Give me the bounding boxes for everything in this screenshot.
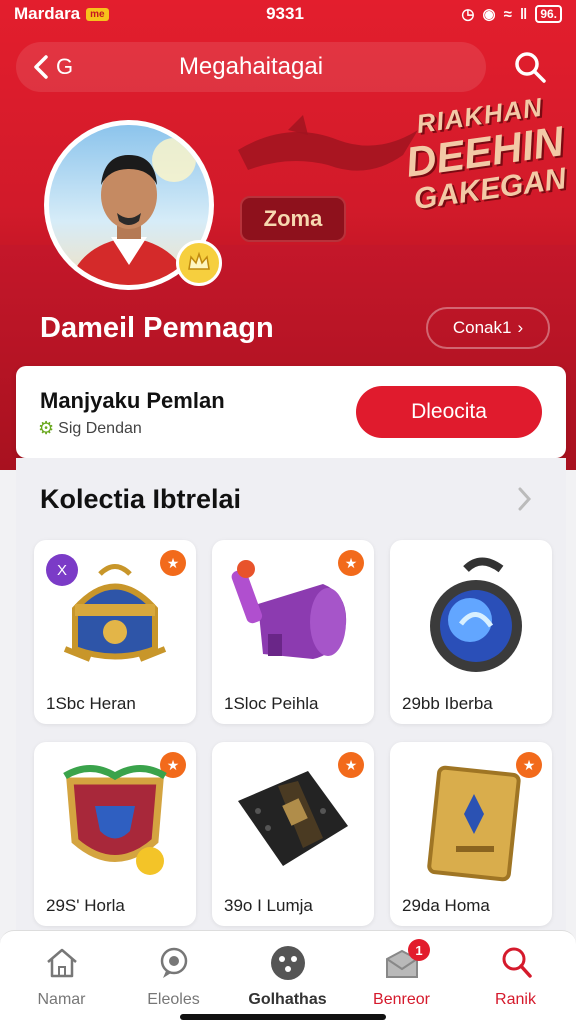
battery-indicator: 96. bbox=[535, 5, 562, 23]
collection-item[interactable]: ★ 39o I Lumja bbox=[212, 742, 374, 926]
collection-item[interactable]: X ★ 1Sbc Heran bbox=[34, 540, 196, 724]
carrier-name: Mardara bbox=[14, 4, 81, 23]
purple-scroll-item-icon bbox=[231, 560, 347, 659]
chat-icon bbox=[160, 947, 187, 978]
back-button[interactable]: G bbox=[32, 54, 102, 80]
action-card-subtitle-row: ⚙ Sig Dendan bbox=[38, 418, 142, 439]
item-label: 1Sloc Peihla bbox=[224, 694, 319, 713]
notification-badge: 1 bbox=[408, 939, 430, 961]
tab-label: Namar bbox=[37, 991, 86, 1008]
bottom-nav: Namar Eleoles Golhathas 1 Benreor Ranik bbox=[0, 930, 576, 1024]
item-label: 29bb Iberba bbox=[402, 694, 493, 713]
collection-item[interactable]: ★ 29da Homa bbox=[390, 742, 552, 926]
chevron-left-icon bbox=[34, 55, 48, 79]
tome-item-icon bbox=[427, 765, 521, 882]
top-nav: G Megahaitagai bbox=[16, 42, 486, 92]
item-label: 29S' Horla bbox=[46, 896, 125, 915]
chevron-right-icon: › bbox=[517, 318, 524, 337]
collection-item[interactable]: ★ 29S' Horla bbox=[34, 742, 196, 926]
tab-inbox[interactable]: 1 Benreor bbox=[344, 939, 459, 1009]
signal-icon: ‖ bbox=[519, 5, 528, 23]
zone-badge[interactable]: Zoma bbox=[240, 196, 346, 242]
contact-label: Conak1 bbox=[452, 318, 512, 337]
helmet-item-icon bbox=[63, 564, 167, 662]
alarm-icon: ◷ bbox=[461, 6, 475, 23]
chevron-right-icon[interactable] bbox=[514, 484, 534, 514]
item-label: 39o I Lumja bbox=[224, 896, 313, 915]
primary-action-button[interactable]: Dleocita bbox=[356, 386, 542, 438]
item-label: 1Sbc Heran bbox=[46, 694, 136, 713]
wifi-icon: ≈ bbox=[503, 5, 512, 23]
location-icon: ◉ bbox=[482, 6, 496, 23]
action-card-subtitle: Sig Dendan bbox=[58, 419, 142, 437]
status-bar: Mardara me 9331 ◷ ◉ ≈ ‖ 96. bbox=[0, 0, 576, 28]
search-icon bbox=[515, 52, 546, 83]
tab-label: Eleoles bbox=[147, 991, 200, 1008]
collection-item[interactable]: 29bb Iberba bbox=[390, 540, 552, 724]
back-label: G bbox=[56, 54, 74, 79]
contact-button[interactable]: Conak1 › bbox=[426, 307, 550, 349]
search-user-icon bbox=[502, 947, 532, 978]
clock: 9331 bbox=[266, 4, 304, 23]
gear-badge-icon: ⚙ bbox=[38, 418, 55, 438]
tab-chat[interactable]: Eleoles bbox=[116, 943, 231, 1009]
level-badge-icon bbox=[176, 240, 222, 286]
orb-lantern-item-icon bbox=[430, 557, 522, 672]
carrier-badge: me bbox=[86, 7, 109, 21]
shield-item-icon bbox=[63, 765, 167, 875]
home-indicator bbox=[180, 1014, 386, 1020]
tab-rank[interactable]: Ranik bbox=[458, 943, 573, 1009]
search-button[interactable] bbox=[508, 45, 552, 89]
collection-item[interactable]: ★ 1Sloc Peihla bbox=[212, 540, 374, 724]
page-title: Megahaitagai bbox=[178, 53, 324, 80]
action-card: Manjyaku Pemlan ⚙ Sig Dendan Dleocita bbox=[16, 366, 566, 458]
collection-icon bbox=[270, 946, 305, 980]
home-icon bbox=[46, 948, 77, 978]
collection-title: Kolectia Ibtrelai bbox=[40, 484, 242, 514]
action-card-title: Manjyaku Pemlan bbox=[40, 388, 225, 413]
tab-label: Golhathas bbox=[248, 991, 327, 1008]
tab-collection[interactable]: Golhathas bbox=[230, 943, 345, 1009]
tab-label: Benreor bbox=[373, 991, 430, 1008]
tab-home[interactable]: Namar bbox=[4, 943, 119, 1009]
tab-label: Ranik bbox=[495, 991, 536, 1008]
item-label: 29da Homa bbox=[402, 896, 490, 915]
leather-bracer-item-icon bbox=[238, 771, 348, 866]
event-banner: RIAKHAN DEEHIN GAKEGAN bbox=[393, 89, 576, 219]
profile-name: Dameil Pemnagn bbox=[40, 312, 274, 344]
